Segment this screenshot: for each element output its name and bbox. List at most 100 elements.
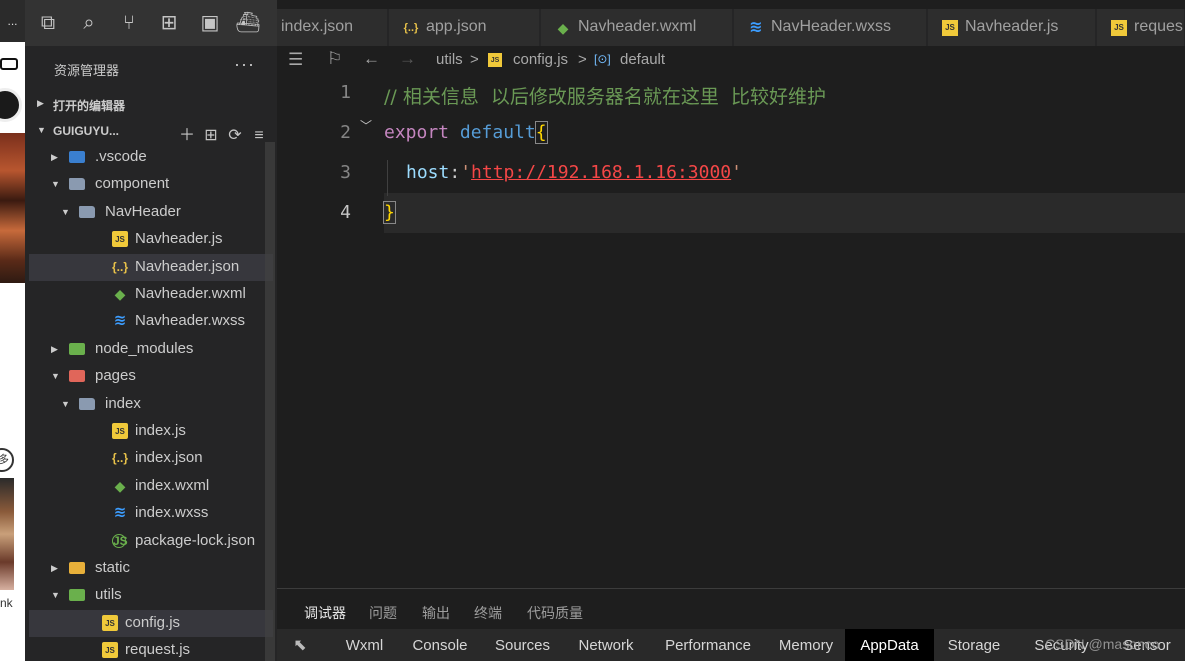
inspect-cursor-icon[interactable]: ⬉ bbox=[287, 629, 313, 661]
tab-navheader-wxml[interactable]: ◆ Navheader.wxml bbox=[541, 9, 733, 46]
back-arrow-icon[interactable]: ← bbox=[363, 49, 380, 69]
tree-file[interactable]: ≋ index.wxss bbox=[29, 500, 273, 527]
tree-file[interactable]: JS index.js bbox=[29, 418, 273, 445]
tab-output[interactable]: 输出 bbox=[422, 603, 450, 623]
tree-file[interactable]: {..} index.json bbox=[29, 445, 273, 472]
chevron-down-icon: ▼ bbox=[37, 125, 46, 135]
simulator-preview[interactable]: ... 多 nk bbox=[0, 0, 25, 661]
tree-folder[interactable]: ▶ .vscode bbox=[29, 144, 273, 171]
devtools-tab-console[interactable]: Console bbox=[398, 629, 482, 661]
tab-navheader-wxss[interactable]: ≋ NavHeader.wxss bbox=[734, 9, 927, 46]
open-editors-section[interactable]: ▶ 打开的编辑器 bbox=[25, 91, 277, 117]
forward-arrow-icon[interactable]: → bbox=[399, 49, 416, 69]
preview-image-2 bbox=[0, 478, 14, 590]
close-brace: } bbox=[383, 201, 396, 224]
new-folder-icon[interactable]: ⊞ bbox=[199, 125, 223, 145]
tab-app-json[interactable]: {..} app.json bbox=[389, 9, 540, 46]
devtools-tab-performance[interactable]: Performance bbox=[649, 629, 767, 661]
tree-file[interactable]: JS Navheader.js bbox=[29, 226, 273, 253]
tab-navheader-js[interactable]: JS Navheader.js bbox=[928, 9, 1096, 46]
search-icon[interactable]: ⌕ bbox=[76, 10, 102, 36]
devtools-tab-storage[interactable]: Storage bbox=[934, 629, 1014, 661]
activity-bar: ⧉ ⌕ ⑂ ⊞ ▣ ⛴ bbox=[25, 0, 277, 46]
wxss-file-icon: ≋ bbox=[749, 19, 763, 36]
chevron-right-icon[interactable]: ▶ bbox=[51, 563, 58, 574]
tree-file[interactable]: ◆ Navheader.wxml bbox=[29, 281, 273, 308]
current-line-highlight bbox=[384, 193, 1185, 233]
list-icon[interactable]: ☰ bbox=[288, 50, 303, 70]
js-file-icon: JS bbox=[942, 20, 958, 36]
simulator-menu[interactable]: ... bbox=[0, 0, 25, 42]
tab-debugger[interactable]: 调试器 bbox=[304, 603, 346, 623]
chevron-down-icon[interactable]: ▼ bbox=[61, 399, 70, 409]
tree-folder[interactable]: ▶ static bbox=[29, 555, 273, 582]
tab-problems[interactable]: 问题 bbox=[369, 603, 397, 623]
tree-file[interactable]: JS request.js bbox=[29, 637, 273, 661]
docker-icon[interactable]: ⛴ bbox=[235, 10, 261, 36]
chevron-right-icon[interactable]: ▶ bbox=[51, 344, 58, 355]
extensions-icon[interactable]: ⊞ bbox=[156, 10, 182, 36]
devtools-tab-wxml[interactable]: Wxml bbox=[331, 629, 398, 661]
quote-open: ' bbox=[460, 162, 472, 183]
fold-chevron-icon[interactable]: ﹀ bbox=[360, 117, 372, 134]
devtools-tab-appdata[interactable]: AppData bbox=[845, 629, 934, 661]
project-section[interactable]: ▼ GUIGUYU... ＋ ⊞ ⟳ ≡ bbox=[25, 118, 277, 144]
tab-label: app.json bbox=[426, 18, 487, 35]
tree-folder[interactable]: ▼ component bbox=[29, 171, 273, 198]
keyword-export: export bbox=[384, 122, 450, 143]
symbol-icon: [⊙] bbox=[594, 52, 611, 66]
panel-tabs: 调试器 问题 输出 终端 代码质量 bbox=[277, 588, 1185, 628]
devtools-tab-network[interactable]: Network bbox=[563, 629, 649, 661]
tree-file[interactable]: ≋ Navheader.wxss bbox=[29, 308, 273, 335]
chevron-down-icon[interactable]: ▼ bbox=[51, 371, 60, 381]
tree-item-label: static bbox=[95, 559, 131, 576]
tab-index-json[interactable]: index.json bbox=[277, 9, 388, 46]
debug-icon[interactable]: ▣ bbox=[197, 10, 223, 36]
json-file-icon: {..} bbox=[403, 22, 419, 34]
tab-reques[interactable]: JS reques bbox=[1097, 9, 1185, 46]
tree-folder[interactable]: ▼ utils bbox=[29, 582, 273, 609]
tree-item-label: request.js bbox=[125, 641, 191, 659]
ide-window: ... 多 nk ⧉ ⌕ ⑂ ⊞ ▣ ⛴ 资源管理器 ··· ▶ 打开的编辑器 … bbox=[0, 0, 1185, 661]
wxss-file-icon: ≋ bbox=[113, 312, 127, 330]
tree-folder[interactable]: ▼ index bbox=[29, 391, 273, 418]
bookmark-icon[interactable]: ⚐ bbox=[327, 49, 342, 69]
tree-file[interactable]: JS package-lock.json bbox=[29, 528, 273, 555]
tree-file[interactable]: {..} Navheader.json bbox=[29, 253, 273, 281]
refresh-icon[interactable]: ⟳ bbox=[223, 125, 247, 145]
more-circle-icon[interactable]: 多 bbox=[0, 448, 14, 472]
code-line-3: host:'http://192.168.1.16:3000' bbox=[406, 162, 742, 183]
tab-terminal[interactable]: 终端 bbox=[474, 603, 502, 623]
chevron-down-icon[interactable]: ▼ bbox=[51, 590, 60, 600]
explorer-sidebar: 资源管理器 ··· ▶ 打开的编辑器 ▼ GUIGUYU... ＋ ⊞ ⟳ ≡ ▶ .v… bbox=[25, 46, 277, 661]
host-url[interactable]: http://192.168.1.16:3000 bbox=[471, 162, 731, 183]
more-actions-icon[interactable]: ··· bbox=[234, 54, 255, 75]
tree-item-label: node_modules bbox=[95, 339, 194, 357]
source-control-icon[interactable]: ⑂ bbox=[116, 10, 142, 36]
devtools-tab-memory[interactable]: Memory bbox=[767, 629, 845, 661]
new-file-icon[interactable]: ＋ bbox=[175, 121, 199, 145]
devtools-tab-sources[interactable]: Sources bbox=[482, 629, 563, 661]
tree-file[interactable]: ◆ index.wxml bbox=[29, 473, 273, 500]
wxml-file-icon: ◆ bbox=[557, 20, 569, 36]
breadcrumb-folder[interactable]: utils bbox=[436, 51, 463, 68]
tab-code-quality[interactable]: 代码质量 bbox=[527, 603, 583, 623]
breadcrumb-symbol[interactable]: default bbox=[620, 51, 665, 68]
tree-folder[interactable]: ▼ pages bbox=[29, 363, 273, 390]
sidebar-scrollbar[interactable] bbox=[265, 142, 275, 661]
breadcrumb-file[interactable]: config.js bbox=[513, 51, 568, 68]
code-editor[interactable]: ﹀ 1 2 3 4 // 相关信息 以后修改服务器名就在这里 比较好维护 exp… bbox=[277, 74, 1185, 588]
explorer-icon[interactable]: ⧉ bbox=[35, 10, 61, 36]
indent-guide bbox=[387, 160, 388, 196]
open-brace: { bbox=[534, 121, 548, 144]
tree-folder[interactable]: ▶ node_modules bbox=[29, 336, 273, 363]
tree-item-label: utils bbox=[95, 586, 122, 604]
code-line-4: } bbox=[383, 201, 396, 224]
folder-icon bbox=[79, 397, 95, 410]
record-button-icon[interactable] bbox=[0, 88, 22, 122]
tree-folder[interactable]: ▼ NavHeader bbox=[29, 199, 273, 226]
chevron-down-icon[interactable]: ▼ bbox=[51, 179, 60, 189]
chevron-right-icon[interactable]: ▶ bbox=[51, 152, 58, 163]
chevron-down-icon[interactable]: ▼ bbox=[61, 207, 70, 217]
tree-file[interactable]: JS config.js bbox=[29, 609, 273, 637]
